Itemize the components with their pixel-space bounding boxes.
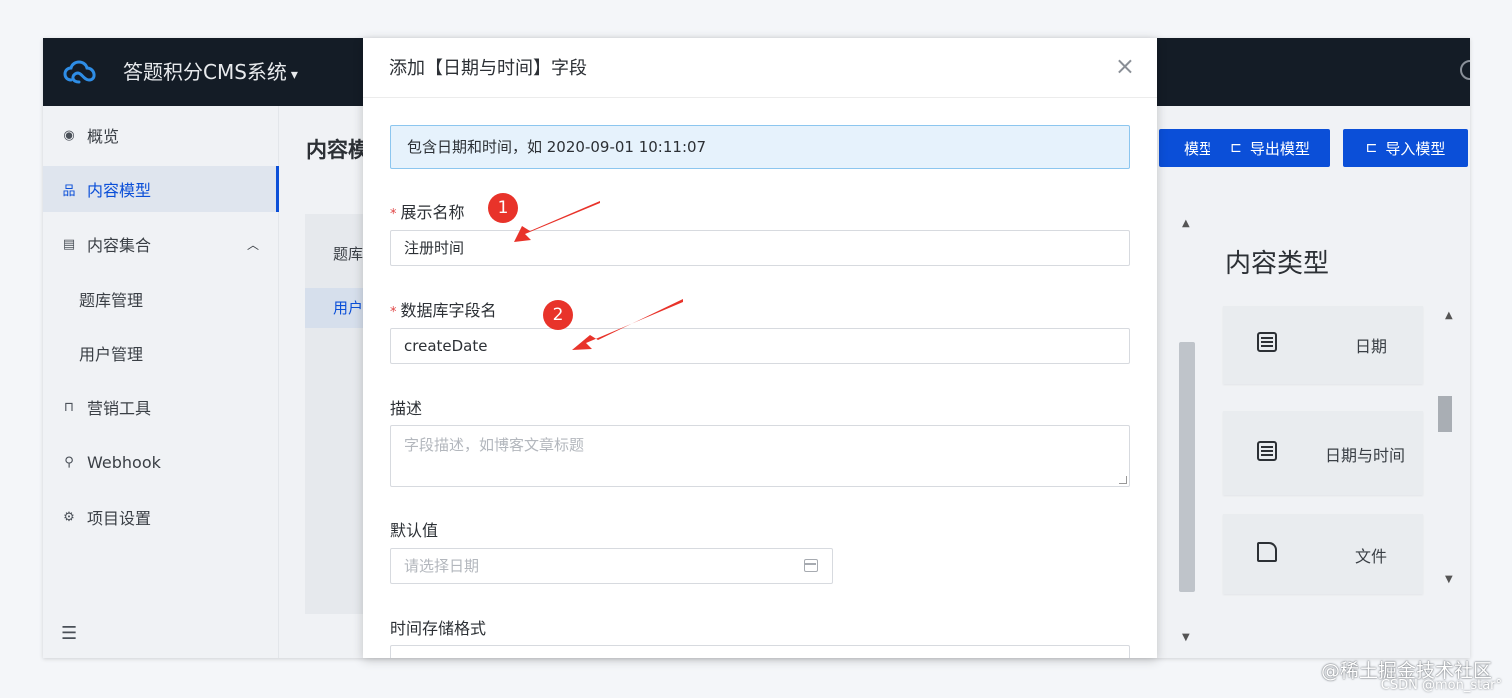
annotation-arrows — [514, 201, 683, 350]
watermark-credit: CSDN @mon_star° — [1380, 678, 1502, 693]
annotation-marker-2: 2 — [543, 300, 573, 330]
annotation-arrow-1 — [514, 201, 600, 242]
annotation-arrow-2 — [572, 299, 683, 350]
